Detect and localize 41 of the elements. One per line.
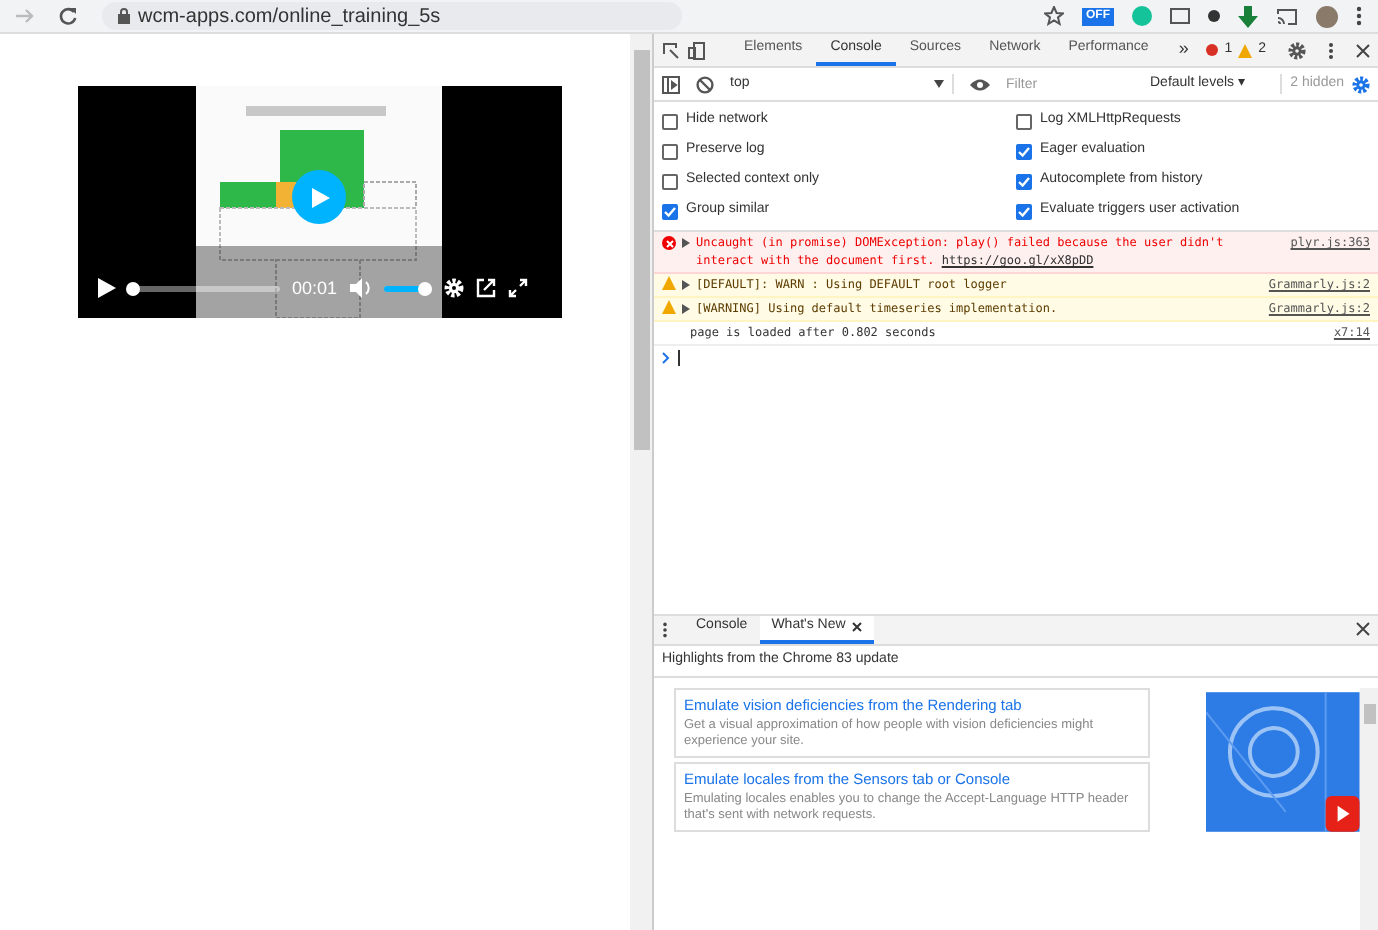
more-tabs-button[interactable]: »: [1178, 36, 1189, 64]
error-icon: [662, 236, 676, 250]
close-icon[interactable]: [851, 622, 862, 632]
expand-arrow-icon[interactable]: [682, 280, 690, 290]
volume-slider[interactable]: [383, 280, 432, 297]
extension-icon[interactable]: [1208, 10, 1220, 22]
avatar-icon[interactable]: [1316, 5, 1338, 27]
play-icon[interactable]: [98, 278, 116, 299]
lock-icon: [118, 8, 130, 24]
sidebar-icon[interactable]: [662, 75, 680, 93]
warning-icon: [1238, 43, 1253, 57]
expand-arrow-icon[interactable]: [682, 238, 690, 248]
play-icon: [312, 187, 330, 207]
menu-icon[interactable]: [662, 621, 668, 637]
clear-icon[interactable]: [696, 75, 714, 93]
reload-icon[interactable]: [58, 6, 78, 26]
pip-icon[interactable]: [475, 278, 496, 299]
inspect-icon[interactable]: [662, 41, 680, 59]
device-icon[interactable]: [688, 41, 706, 59]
menu-icon[interactable]: [1328, 41, 1334, 59]
error-icon: [1206, 44, 1219, 56]
download-arrow-icon[interactable]: [1238, 5, 1258, 27]
prompt-icon: [662, 352, 670, 364]
scrollbar[interactable]: [630, 34, 652, 930]
progress-slider[interactable]: [128, 280, 280, 297]
fullscreen-icon[interactable]: [507, 278, 528, 299]
checkbox[interactable]: [662, 143, 678, 159]
menu-icon[interactable]: [1356, 6, 1362, 26]
checkbox[interactable]: [1016, 113, 1032, 129]
star-icon[interactable]: [1044, 6, 1064, 26]
dropdown-arrow-icon: [934, 80, 944, 88]
checkbox[interactable]: [662, 113, 678, 129]
expand-arrow-icon[interactable]: [682, 304, 690, 314]
cast-icon[interactable]: [1276, 7, 1298, 25]
settings-icon[interactable]: [1288, 41, 1306, 59]
checkbox[interactable]: [662, 173, 678, 189]
scrollbar[interactable]: [1360, 687, 1378, 930]
eye-icon[interactable]: [970, 77, 990, 91]
close-icon[interactable]: [1356, 622, 1370, 636]
close-icon[interactable]: [1356, 43, 1370, 57]
time-label: 00:01: [292, 275, 338, 301]
